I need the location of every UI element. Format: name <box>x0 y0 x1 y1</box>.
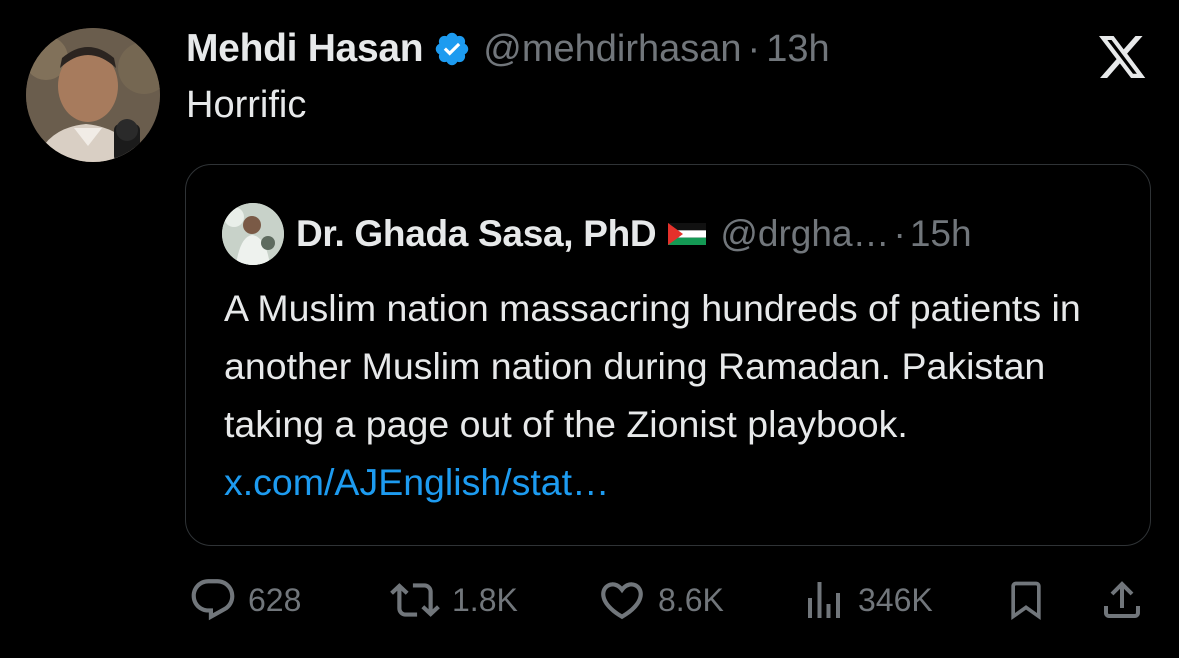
like-count: 8.6K <box>658 581 724 618</box>
quoted-tweet-body: A Muslim nation massacring hundreds of p… <box>224 287 1081 445</box>
quoted-tweet-text: A Muslim nation massacring hundreds of p… <box>224 279 1124 511</box>
quoted-author-name[interactable]: Dr. Ghada Sasa, PhD <box>296 213 657 255</box>
tweet-timestamp[interactable]: 13h <box>766 28 829 71</box>
x-logo-icon <box>1099 36 1146 78</box>
author-name[interactable]: Mehdi Hasan <box>186 27 424 71</box>
quoted-tweet-timestamp[interactable]: 15h <box>910 213 972 255</box>
quoted-author-avatar-image <box>222 203 284 265</box>
author-handle[interactable]: @mehdirhasan <box>483 28 741 71</box>
repost-count: 1.8K <box>452 581 518 618</box>
like-icon <box>601 582 643 620</box>
verified-icon <box>436 32 469 66</box>
reply-icon <box>191 579 235 621</box>
tweet-text: Horrific <box>186 84 307 126</box>
quoted-separator-dot: · <box>893 213 906 254</box>
views-icon <box>808 582 840 618</box>
quoted-author-handle[interactable]: @drgha… <box>720 213 889 255</box>
like-button[interactable]: 8.6K <box>596 570 724 630</box>
bookmark-button[interactable] <box>1004 570 1048 630</box>
author-avatar[interactable] <box>26 28 160 162</box>
share-icon <box>1104 581 1140 618</box>
repost-icon <box>390 583 440 617</box>
bookmark-icon <box>1011 581 1041 621</box>
quoted-tweet-card[interactable]: Dr. Ghada Sasa, PhD @drgha… · 15h A Musl… <box>185 164 1151 546</box>
reply-button[interactable]: 628 <box>188 570 301 630</box>
reply-count: 628 <box>248 581 302 618</box>
views-button[interactable]: 346K <box>800 570 933 630</box>
quoted-author-avatar[interactable] <box>222 203 284 265</box>
views-count: 346K <box>858 581 933 618</box>
tweet-header: Mehdi Hasan @mehdirhasan · 13h <box>186 24 830 74</box>
share-button[interactable] <box>1098 570 1146 630</box>
author-avatar-image <box>26 28 160 162</box>
tweet-action-bar: 628 1.8K 8.6K 346K <box>0 570 1179 630</box>
quoted-tweet-header: Dr. Ghada Sasa, PhD @drgha… · 15h <box>296 209 972 259</box>
palestine-flag-icon <box>668 223 707 245</box>
separator-dot: · <box>747 27 761 70</box>
repost-button[interactable]: 1.8K <box>388 570 518 630</box>
quoted-tweet-link[interactable]: x.com/AJEnglish/stat… <box>224 461 610 503</box>
